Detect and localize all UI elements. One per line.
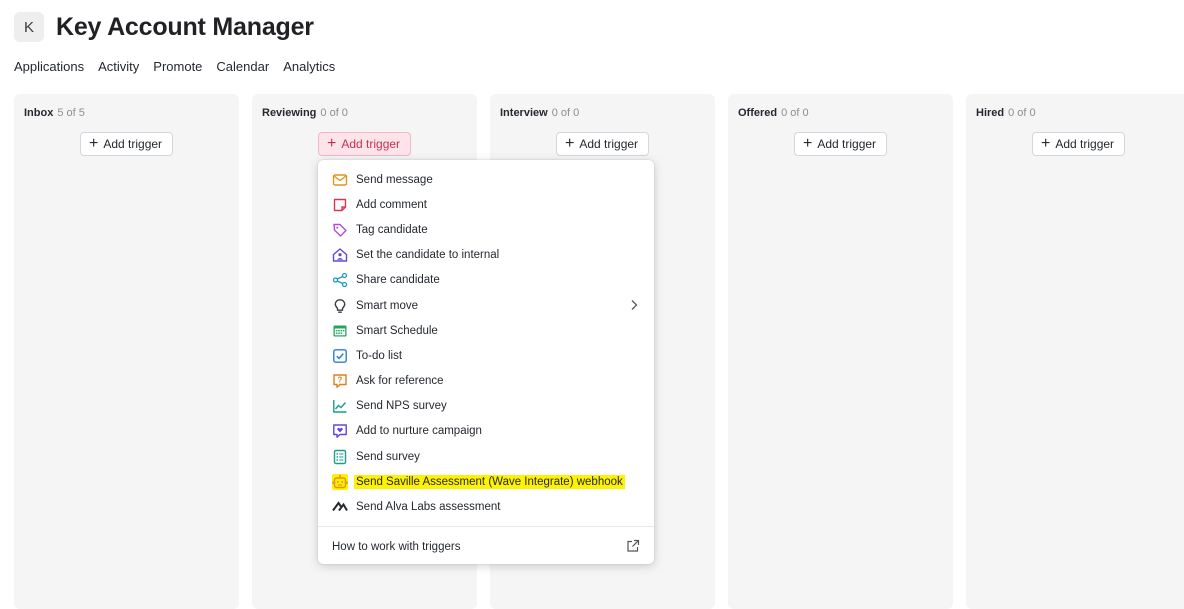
column-name: Offered: [738, 107, 778, 119]
column-count: 0 of 0: [551, 107, 580, 119]
footer-label: How to work with triggers: [332, 541, 461, 553]
menu-item-label: Smart move: [356, 299, 418, 312]
question-bubble-icon: ?: [332, 373, 348, 389]
avatar: K: [14, 12, 44, 42]
svg-text:?: ?: [338, 376, 343, 385]
menu-item-label: To-do list: [356, 349, 403, 362]
menu-item-label: Ask for reference: [356, 375, 444, 388]
menu-item-label: Add comment: [356, 198, 427, 211]
menu-item-send-nps-survey[interactable]: Send NPS survey: [318, 394, 654, 419]
menu-item-tag-candidate[interactable]: Tag candidate: [318, 217, 654, 242]
menu-item-send-survey[interactable]: Send survey: [318, 444, 654, 469]
top-nav: Applications Activity Promote Calendar A…: [14, 59, 335, 74]
menu-item-label: Share candidate: [356, 274, 440, 287]
tab-applications[interactable]: Applications: [14, 59, 84, 74]
tab-activity[interactable]: Activity: [98, 59, 139, 74]
column-header: Offered 0 of 0: [738, 107, 809, 119]
menu-item-todo-list[interactable]: To-do list: [318, 343, 654, 368]
column-header: Reviewing 0 of 0: [262, 107, 348, 119]
menu-item-ask-reference[interactable]: ? Ask for reference: [318, 369, 654, 394]
column-inbox: Inbox 5 of 5 + Add trigger: [14, 94, 239, 609]
column-hired: Hired 0 of 0 + Add trigger: [966, 94, 1184, 609]
tab-analytics[interactable]: Analytics: [283, 59, 335, 74]
menu-item-label: Set the candidate to internal: [356, 249, 500, 262]
column-header: Interview 0 of 0: [500, 107, 579, 119]
add-trigger-label: Add trigger: [579, 137, 639, 151]
menu-item-label: Send survey: [356, 450, 420, 463]
column-name: Interview: [500, 107, 548, 119]
external-link-icon: [627, 539, 640, 552]
column-name: Reviewing: [262, 107, 317, 119]
page-header: K Key Account Manager: [14, 12, 314, 42]
add-trigger-button[interactable]: + Add trigger: [318, 132, 412, 156]
column-count: 0 of 0: [781, 107, 809, 119]
add-trigger-label: Add trigger: [1055, 137, 1115, 151]
plus-icon: +: [565, 134, 575, 152]
add-trigger-button[interactable]: + Add trigger: [1032, 132, 1126, 156]
tag-icon: [332, 222, 348, 238]
line-chart-icon: [332, 398, 348, 414]
trigger-menu-list: Send message Add comment Tag candidate S…: [318, 167, 654, 520]
plus-icon: +: [89, 134, 99, 152]
plus-icon: +: [1041, 134, 1051, 152]
plus-icon: +: [803, 134, 813, 152]
envelope-icon: [332, 172, 348, 188]
column-header: Inbox 5 of 5: [24, 107, 85, 119]
menu-item-smart-move[interactable]: Smart move: [318, 293, 654, 318]
menu-item-label: Send Alva Labs assessment: [356, 501, 501, 514]
clipboard-list-icon: [332, 449, 348, 465]
tab-promote[interactable]: Promote: [153, 59, 202, 74]
page-title: Key Account Manager: [56, 12, 314, 41]
add-trigger-button[interactable]: + Add trigger: [556, 132, 650, 156]
menu-item-label: Send NPS survey: [356, 400, 447, 413]
menu-item-smart-schedule[interactable]: Smart Schedule: [318, 318, 654, 343]
column-count: 0 of 0: [320, 107, 348, 119]
menu-item-alva-labs[interactable]: Send Alva Labs assessment: [318, 494, 654, 519]
lightbulb-icon: [332, 298, 348, 314]
menu-item-send-message[interactable]: Send message: [318, 167, 654, 192]
calendar-grid-icon: [332, 323, 348, 339]
add-trigger-button[interactable]: + Add trigger: [794, 132, 888, 156]
house-person-icon: [332, 247, 348, 263]
heart-bubble-icon: [332, 423, 348, 439]
menu-item-label: Send Saville Assessment (Wave Integrate)…: [354, 474, 625, 489]
trigger-dropdown-menu: Send message Add comment Tag candidate S…: [318, 160, 654, 564]
menu-item-add-comment[interactable]: Add comment: [318, 192, 654, 217]
column-header: Hired 0 of 0: [976, 107, 1036, 119]
column-name: Inbox: [24, 107, 54, 119]
chevron-right-icon: [631, 299, 638, 310]
menu-item-label: Tag candidate: [356, 223, 428, 236]
add-trigger-label: Add trigger: [103, 137, 163, 151]
tab-calendar[interactable]: Calendar: [216, 59, 269, 74]
column-count: 0 of 0: [1008, 107, 1036, 119]
column-count: 5 of 5: [57, 107, 85, 119]
menu-item-label: Smart Schedule: [356, 324, 438, 337]
menu-item-label: Add to nurture campaign: [356, 425, 482, 438]
add-trigger-label: Add trigger: [817, 137, 877, 151]
alva-logo-icon: [332, 499, 348, 515]
sticky-note-icon: [332, 197, 348, 213]
how-to-triggers-link[interactable]: How to work with triggers: [332, 537, 640, 557]
menu-divider: [318, 526, 654, 527]
menu-item-nurture-campaign[interactable]: Add to nurture campaign: [318, 419, 654, 444]
share-icon: [332, 272, 348, 288]
column-name: Hired: [976, 107, 1005, 119]
menu-item-set-internal[interactable]: Set the candidate to internal: [318, 243, 654, 268]
menu-item-label: Send message: [356, 173, 433, 186]
menu-item-share-candidate[interactable]: Share candidate: [318, 268, 654, 293]
add-trigger-button[interactable]: + Add trigger: [80, 132, 174, 156]
column-offered: Offered 0 of 0 + Add trigger: [728, 94, 953, 609]
add-trigger-label: Add trigger: [341, 137, 401, 151]
robot-icon: [332, 473, 348, 490]
menu-item-saville-webhook[interactable]: Send Saville Assessment (Wave Integrate)…: [318, 469, 654, 494]
checkbox-icon: [332, 348, 348, 364]
plus-icon: +: [327, 134, 337, 152]
